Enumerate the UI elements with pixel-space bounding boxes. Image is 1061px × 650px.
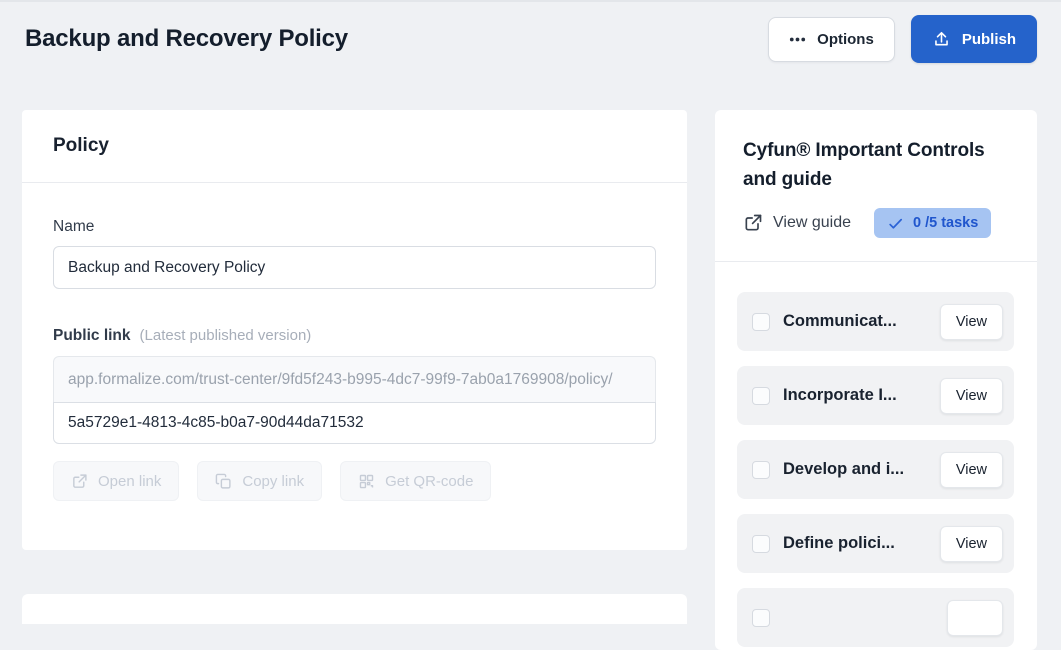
- guide-card-header: Cyfun® Important Controls and guide View…: [715, 110, 1037, 262]
- task-label: Define polici...: [783, 534, 940, 553]
- get-qr-code-label: Get QR-code: [385, 473, 473, 490]
- link-actions: Open link Copy link: [53, 461, 656, 501]
- policy-name-input[interactable]: [53, 246, 656, 289]
- guide-card: Cyfun® Important Controls and guide View…: [715, 110, 1037, 650]
- task-view-button[interactable]: View: [940, 452, 1003, 488]
- qr-code-icon: [358, 473, 375, 490]
- open-link-button[interactable]: Open link: [53, 461, 179, 501]
- copy-icon: [215, 473, 232, 490]
- task-row: Incorporate I... View: [737, 366, 1014, 425]
- copy-link-button[interactable]: Copy link: [197, 461, 322, 501]
- task-label: Communicat...: [783, 312, 940, 331]
- external-link-icon: [743, 213, 763, 233]
- open-link-label: Open link: [98, 473, 161, 490]
- header-actions: Options Publish: [768, 15, 1037, 63]
- task-row: Communicat... View: [737, 292, 1014, 351]
- next-section-card-partial: [22, 594, 687, 624]
- external-link-icon: [71, 473, 88, 490]
- task-view-button[interactable]: [947, 600, 1003, 636]
- task-row: Develop and i... View: [737, 440, 1014, 499]
- page-title: Backup and Recovery Policy: [25, 25, 348, 53]
- public-link-group: Public link (Latest published version) ap…: [53, 327, 656, 501]
- policy-card: Policy Name Public link (Latest published…: [22, 110, 687, 550]
- public-link-hint: (Latest published version): [140, 327, 312, 344]
- tasks-badge-label: 0 /5 tasks: [913, 215, 978, 231]
- public-link-label: Public link: [53, 327, 131, 344]
- task-label: Develop and i...: [783, 460, 940, 479]
- task-checkbox[interactable]: [752, 609, 770, 627]
- task-list: Communicat... View Incorporate I... View…: [715, 262, 1037, 647]
- task-view-button[interactable]: View: [940, 378, 1003, 414]
- view-guide-link[interactable]: View guide: [743, 213, 851, 233]
- options-label: Options: [817, 31, 874, 48]
- policy-card-body: Name Public link (Latest published versio…: [22, 183, 687, 501]
- public-link-slug-input[interactable]: [53, 402, 656, 444]
- task-checkbox[interactable]: [752, 535, 770, 553]
- view-guide-label: View guide: [773, 214, 851, 232]
- get-qr-code-button[interactable]: Get QR-code: [340, 461, 491, 501]
- name-field-group: Name: [53, 218, 656, 289]
- tasks-progress-badge[interactable]: 0 /5 tasks: [874, 208, 991, 238]
- task-row: [737, 588, 1014, 647]
- checkmark-icon: [887, 215, 904, 232]
- top-header: Backup and Recovery Policy Options Publi…: [25, 2, 1037, 76]
- task-checkbox[interactable]: [752, 313, 770, 331]
- options-button[interactable]: Options: [768, 17, 895, 62]
- policy-card-title: Policy: [53, 135, 109, 157]
- task-row: Define polici... View: [737, 514, 1014, 573]
- task-checkbox[interactable]: [752, 387, 770, 405]
- task-view-button[interactable]: View: [940, 526, 1003, 562]
- ellipsis-icon: [789, 31, 806, 48]
- guide-meta-row: View guide 0 /5 tasks: [743, 208, 1009, 238]
- copy-link-label: Copy link: [242, 473, 304, 490]
- task-view-button[interactable]: View: [940, 304, 1003, 340]
- publish-label: Publish: [962, 31, 1016, 48]
- upload-icon: [932, 30, 951, 49]
- task-checkbox[interactable]: [752, 461, 770, 479]
- task-label: Incorporate I...: [783, 386, 940, 405]
- name-label: Name: [53, 218, 94, 235]
- policy-card-header: Policy: [22, 110, 687, 183]
- public-link-base-field: app.formalize.com/trust-center/9fd5f243-…: [53, 356, 656, 402]
- publish-button[interactable]: Publish: [911, 15, 1037, 63]
- guide-card-title: Cyfun® Important Controls and guide: [743, 136, 1009, 194]
